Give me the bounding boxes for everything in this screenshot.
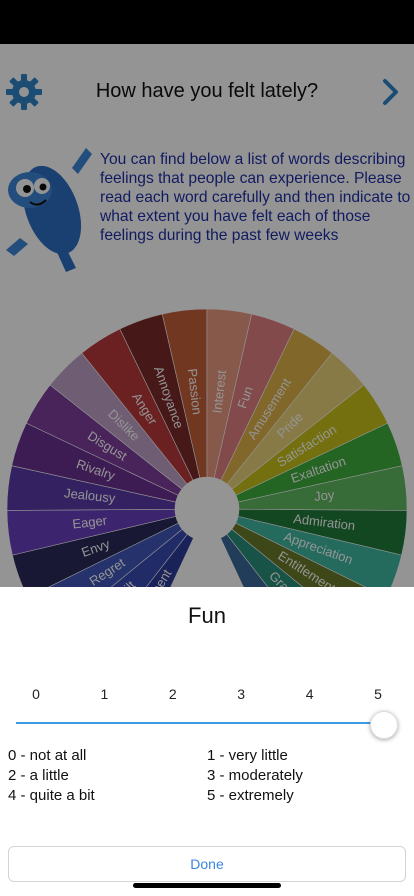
legend-item: 4 - quite a bit [8, 787, 95, 804]
screen: How have you felt lately? You can find b… [0, 0, 414, 896]
emotion-title: Fun [188, 603, 226, 628]
legend-item: 5 - extremely [207, 787, 294, 804]
slider-thumb[interactable] [370, 711, 398, 739]
status-bar [0, 0, 414, 44]
scale-tick: 2 [168, 686, 177, 702]
rating-sheet: Fun 0 1 2 3 4 5 0 - not at all 1 - very little… [0, 587, 414, 896]
legend-row: 0 - not at all 1 - very little [8, 746, 408, 766]
legend-item: 2 - a little [8, 767, 69, 784]
legend-row: 2 - a little 3 - moderately [8, 766, 408, 786]
dim-overlay [0, 44, 414, 587]
scale-tick: 3 [237, 686, 246, 702]
scale-tick: 5 [374, 686, 382, 702]
scale-ticks: 0 1 2 3 4 5 [0, 686, 414, 706]
slider-track[interactable] [16, 722, 384, 724]
legend-item: 3 - moderately [207, 767, 303, 784]
home-indicator [133, 883, 281, 888]
legend-item: 1 - very little [207, 747, 288, 764]
scale-tick: 0 [32, 686, 40, 702]
scale-tick: 1 [100, 686, 109, 702]
legend-item: 0 - not at all [8, 747, 87, 764]
done-button[interactable]: Done [8, 846, 406, 882]
scale-legend: 0 - not at all 1 - very little 2 - a littl… [8, 746, 408, 806]
scale-tick: 4 [305, 686, 314, 702]
legend-row: 4 - quite a bit 5 - extremely [8, 786, 408, 806]
